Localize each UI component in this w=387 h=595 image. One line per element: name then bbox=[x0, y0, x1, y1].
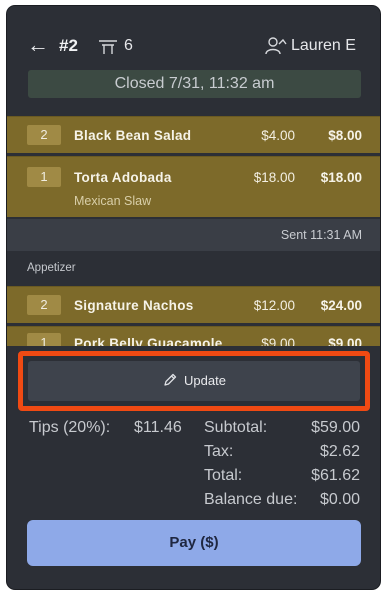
order-items-list[interactable]: 2 Black Bean Salad $4.00 $8.00 1 Torta A… bbox=[7, 116, 380, 346]
table-icon bbox=[99, 40, 117, 54]
item-quantity: 2 bbox=[27, 125, 61, 145]
subtotal-value: $59.00 bbox=[311, 419, 360, 436]
item-quantity: 1 bbox=[27, 167, 61, 187]
item-quantity: 1 bbox=[27, 333, 61, 346]
user-icon bbox=[265, 37, 287, 55]
ticket-number: #2 bbox=[59, 36, 78, 55]
item-total: $8.00 bbox=[328, 128, 362, 143]
pencil-icon bbox=[164, 373, 177, 386]
tax-label: Tax: bbox=[204, 443, 234, 460]
item-price: $18.00 bbox=[253, 170, 295, 185]
subtotal-label: Subtotal: bbox=[204, 419, 268, 436]
tips-value: $11.46 bbox=[134, 419, 182, 436]
tips-label: Tips (20%): bbox=[29, 419, 111, 436]
balance-due-label: Balance due: bbox=[204, 491, 298, 508]
sent-timestamp: Sent 11:31 AM bbox=[280, 228, 362, 242]
tax-value: $2.62 bbox=[319, 443, 360, 460]
item-total: $9.00 bbox=[328, 336, 362, 346]
sent-timestamp-bar: Sent 11:31 AM bbox=[7, 219, 380, 251]
item-modifier: Mexican Slaw bbox=[74, 194, 152, 208]
item-total: $24.00 bbox=[320, 298, 362, 313]
order-panel: ← #2 6 Lauren E Closed 7/31, 11:32 am 2 … bbox=[7, 6, 380, 589]
item-name: Black Bean Salad bbox=[74, 128, 192, 143]
list-item[interactable]: 2 Black Bean Salad $4.00 $8.00 bbox=[7, 116, 380, 153]
section-header: Appetizer bbox=[27, 262, 76, 274]
item-price: $4.00 bbox=[261, 128, 295, 143]
update-button[interactable]: Update bbox=[28, 361, 360, 401]
list-item[interactable]: 1 Torta Adobada $18.00 $18.00 Mexican Sl… bbox=[7, 156, 380, 217]
item-name: Signature Nachos bbox=[74, 298, 194, 313]
item-price: $9.00 bbox=[261, 336, 295, 346]
item-quantity: 2 bbox=[27, 295, 61, 315]
guest-count: 6 bbox=[124, 37, 133, 54]
item-price: $12.00 bbox=[253, 298, 295, 313]
list-item[interactable]: 1 Pork Belly Guacamole $9.00 $9.00 bbox=[7, 326, 380, 346]
order-header: ← #2 6 Lauren E Closed 7/31, 11:32 am bbox=[7, 6, 380, 106]
pay-button[interactable]: Pay ($) bbox=[27, 520, 361, 566]
server-name[interactable]: Lauren E bbox=[291, 37, 356, 55]
update-button-label: Update bbox=[184, 373, 226, 388]
total-value: $61.62 bbox=[311, 467, 360, 484]
back-arrow-icon[interactable]: ← bbox=[27, 34, 49, 56]
status-banner: Closed 7/31, 11:32 am bbox=[28, 70, 361, 98]
balance-due-value: $0.00 bbox=[319, 491, 360, 508]
item-name: Pork Belly Guacamole bbox=[74, 336, 223, 346]
update-button-highlight: Update bbox=[18, 351, 370, 411]
list-item[interactable]: 2 Signature Nachos $12.00 $24.00 bbox=[7, 286, 380, 323]
item-name: Torta Adobada bbox=[74, 170, 172, 185]
item-total: $18.00 bbox=[320, 170, 362, 185]
total-label: Total: bbox=[204, 467, 243, 484]
